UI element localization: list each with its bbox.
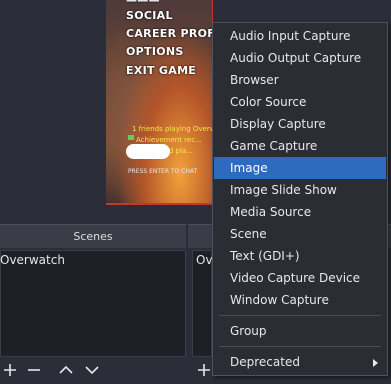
menu-item-game-capture[interactable]: Game Capture [214, 135, 386, 157]
game-chat-line: Achievement rec... [136, 136, 202, 144]
plus-icon [198, 364, 210, 376]
game-menu-item-top: ——— [126, 0, 160, 7]
menu-item-audio-output-capture[interactable]: Audio Output Capture [214, 47, 386, 69]
menu-item-browser[interactable]: Browser [214, 69, 386, 91]
scene-item[interactable]: Overwatch [0, 250, 186, 270]
scenes-title-label: Scenes [73, 230, 113, 243]
menu-item-text-gdi[interactable]: Text (GDI+) [214, 245, 386, 267]
add-source-button[interactable] [194, 358, 214, 382]
source-item[interactable]: Ov [196, 250, 213, 270]
game-capture-preview: ——— SOCIAL CAREER PROFILE OPTIONS EXIT G… [106, 0, 213, 205]
menu-item-scene[interactable]: Scene [214, 223, 386, 245]
plus-icon [4, 364, 16, 376]
submenu-arrow-icon [373, 359, 378, 367]
game-chat-line: 1 friends playing Overw... [132, 125, 213, 133]
redacted-name-blob [126, 144, 170, 159]
menu-item-image-slide-show[interactable]: Image Slide Show [214, 179, 386, 201]
chevron-down-icon [85, 366, 99, 375]
deprecated-label: Deprecated [230, 355, 300, 369]
minus-icon [28, 369, 40, 371]
menu-item-group[interactable]: Group [214, 320, 386, 342]
game-menu-item-options: OPTIONS [126, 45, 184, 58]
game-menu-item-career: CAREER PROFILE [126, 27, 212, 40]
game-menu-item-exit: EXIT GAME [126, 64, 197, 77]
menu-separator [219, 346, 381, 347]
menu-item-video-capture-device[interactable]: Video Capture Device [214, 267, 386, 289]
press-enter-hint: PRESS ENTER TO CHAT [128, 168, 198, 175]
remove-scene-button[interactable] [24, 358, 44, 382]
menu-separator [219, 315, 381, 316]
move-scene-up-button[interactable] [56, 358, 76, 382]
menu-item-image[interactable]: Image [214, 157, 386, 179]
menu-item-color-source[interactable]: Color Source [214, 91, 386, 113]
add-scene-button[interactable] [0, 358, 20, 382]
chat-icon [128, 135, 134, 140]
menu-item-deprecated[interactable]: Deprecated [214, 351, 386, 373]
chevron-up-icon [59, 365, 73, 374]
scenes-dock-title: Scenes [0, 224, 186, 248]
menu-item-media-source[interactable]: Media Source [214, 201, 386, 223]
move-scene-down-button[interactable] [82, 358, 102, 382]
game-menu-item-social: SOCIAL [126, 9, 173, 22]
menu-item-display-capture[interactable]: Display Capture [214, 113, 386, 135]
menu-item-audio-input-capture[interactable]: Audio Input Capture [214, 25, 386, 47]
add-source-context-menu: Audio Input Capture Audio Output Capture… [212, 22, 388, 376]
menu-item-window-capture[interactable]: Window Capture [214, 289, 386, 311]
